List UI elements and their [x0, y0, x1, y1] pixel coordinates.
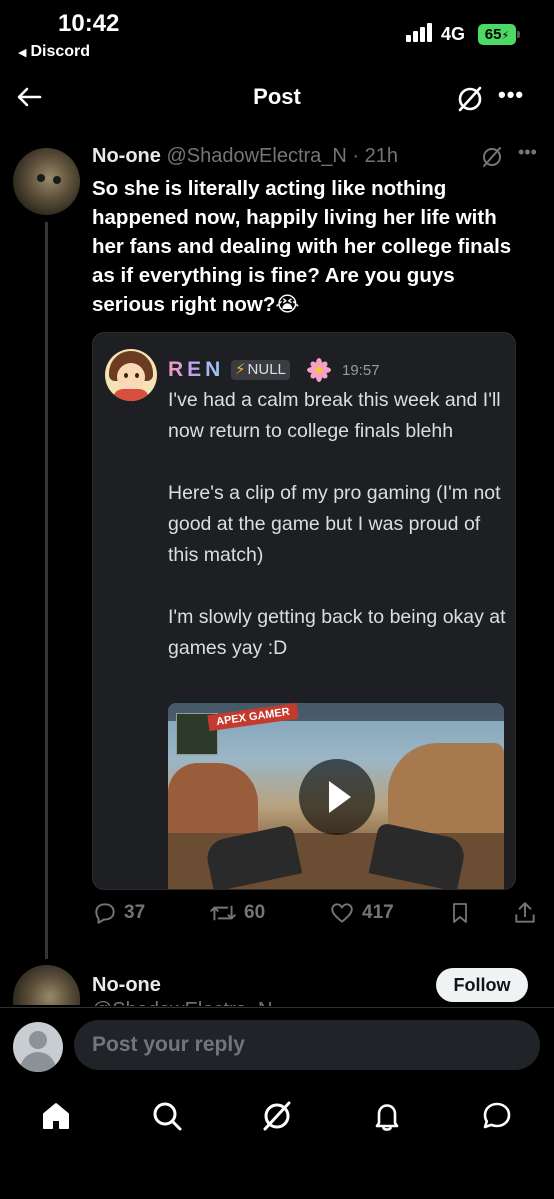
network-type: 4G: [441, 24, 466, 44]
grok-icon[interactable]: [455, 84, 485, 114]
tweet-author-line: No-one @ShadowElectra_N · 21h: [92, 145, 398, 168]
top-header: Post •••: [0, 72, 554, 122]
back-app-label: Discord: [30, 43, 91, 60]
reply-count: 37: [124, 902, 146, 923]
video-thumbnail[interactable]: APEX GAMER: [168, 703, 504, 889]
grok-nav-icon[interactable]: [260, 1099, 294, 1133]
tweet-more-icon[interactable]: •••: [518, 142, 537, 163]
battery-level: 65: [484, 26, 502, 43]
discord-paragraph: Here's a clip of my pro gaming (I'm not …: [168, 482, 501, 566]
bookmark-button[interactable]: [448, 900, 478, 926]
my-avatar[interactable]: [13, 1022, 63, 1072]
share-button[interactable]: [512, 900, 544, 926]
clock: 10:42: [58, 10, 120, 37]
play-button[interactable]: [299, 759, 375, 835]
search-icon[interactable]: [150, 1099, 184, 1133]
attached-image[interactable]: REN ⚡ NULL 19:57 I've had a calm break th…: [92, 332, 516, 890]
tweet-text: So she is literally acting like nothing …: [92, 177, 512, 316]
more-options-icon[interactable]: •••: [498, 82, 524, 108]
discord-username: REN: [168, 358, 225, 381]
discord-paragraph: I'm slowly getting back to being okay at…: [168, 606, 506, 659]
repost-icon: [210, 905, 236, 921]
reply-author-avatar[interactable]: [13, 965, 80, 1005]
signal-icon: [406, 22, 434, 42]
discord-paragraph: I've had a calm break this week and I'll…: [168, 389, 501, 442]
reply-icon: [95, 903, 115, 924]
like-button[interactable]: 417: [328, 900, 394, 926]
like-count: 417: [362, 902, 394, 923]
bolt-icon: ⚡: [235, 361, 246, 378]
repost-count: 60: [244, 902, 266, 923]
home-icon[interactable]: [39, 1099, 73, 1133]
back-triangle-icon: ◀: [18, 47, 27, 59]
reply-bar: [0, 1007, 554, 1083]
author-avatar[interactable]: [13, 148, 80, 215]
discord-timestamp: 19:57: [342, 362, 380, 379]
discord-server-tag: ⚡ NULL: [231, 360, 290, 380]
discord-message: I've had a calm break this week and I'll…: [168, 385, 508, 664]
back-to-app-link[interactable]: ◀ Discord: [18, 43, 90, 61]
status-bar: 10:42 ◀ Discord 4G 65⚡: [0, 0, 554, 70]
reply-author-handle[interactable]: @ShadowElectra_N: [92, 996, 332, 1006]
follow-button[interactable]: Follow: [436, 968, 528, 1002]
reply-author-name[interactable]: No-one: [92, 974, 161, 997]
messages-icon[interactable]: [480, 1099, 514, 1133]
reply-input[interactable]: [74, 1020, 540, 1070]
heart-icon: [331, 903, 353, 923]
author-name[interactable]: No-one: [92, 145, 161, 167]
bookmark-icon: [453, 903, 467, 923]
tweet-actions: 37 60 417: [92, 900, 542, 930]
share-icon: [515, 902, 535, 923]
battery-icon: 65⚡: [478, 24, 520, 45]
flower-icon: [307, 358, 331, 382]
discord-tag-label: NULL: [247, 361, 286, 378]
reply-button[interactable]: 37: [92, 900, 145, 926]
repost-button[interactable]: 60: [208, 900, 265, 926]
author-handle-time[interactable]: @ShadowElectra_N · 21h: [166, 145, 398, 167]
notifications-icon[interactable]: [370, 1099, 404, 1133]
discord-avatar: [105, 349, 157, 401]
bottom-nav: [0, 1083, 554, 1199]
thread-line: [45, 222, 48, 959]
grok-icon[interactable]: [480, 145, 504, 169]
